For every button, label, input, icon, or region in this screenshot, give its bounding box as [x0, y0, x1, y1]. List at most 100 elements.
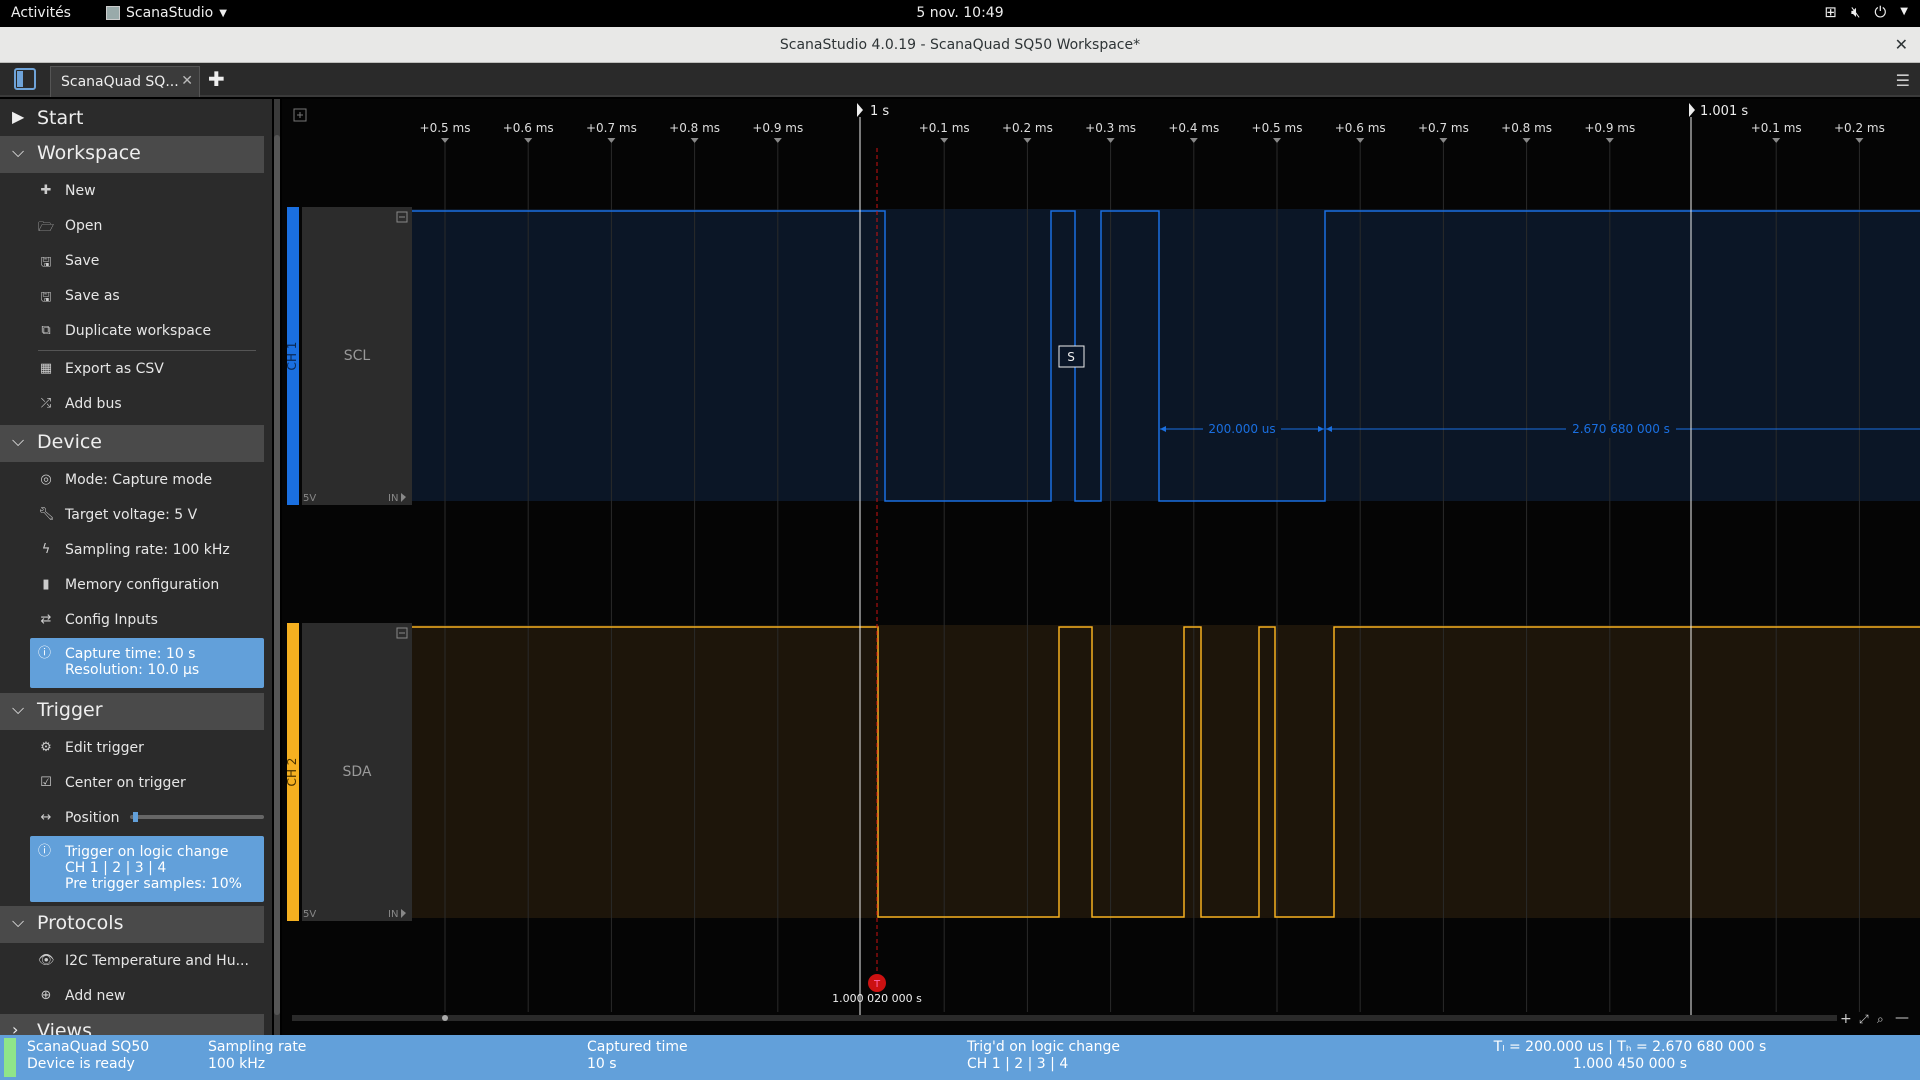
i2c-start-label: S	[1067, 350, 1075, 364]
system-tray[interactable]: ⊞ 🔇︎ ⏻ ▼	[1824, 3, 1908, 21]
chevron-down-icon: ⌵	[12, 699, 25, 718]
time-marker-2-flag[interactable]	[1689, 103, 1695, 117]
shuffle-icon: ⤮	[40, 396, 52, 411]
view-settings-icon[interactable]: ☰	[1896, 71, 1910, 90]
item-label: Sampling rate: 100 kHz	[65, 542, 230, 558]
sampling-rate-status: Sampling rate 100 kHz	[208, 1039, 306, 1073]
fit-view-icon[interactable]: ⤢	[1858, 1012, 1869, 1026]
scrollbar-position-knob[interactable]	[442, 1015, 448, 1021]
floppy-icon: 🖫︎	[40, 290, 52, 305]
power-icon[interactable]: ⏻	[1874, 3, 1886, 21]
item-label: Add new	[65, 988, 126, 1004]
floppy-icon: 🖫︎	[40, 255, 52, 270]
eye-icon: 👁︎	[38, 953, 55, 968]
timeline-tick-label: +0.2 ms	[1834, 121, 1885, 135]
close-window-icon[interactable]: ✕	[1895, 35, 1908, 54]
timeline-tick-label: +0.2 ms	[1002, 121, 1053, 135]
sidebar-scrollbar[interactable]	[274, 99, 280, 1035]
window-title-bar: ScanaStudio 4.0.19 - ScanaQuad SQ50 Work…	[0, 27, 1920, 63]
save-button[interactable]: 🖫︎ Save	[30, 247, 264, 277]
caret-down-icon[interactable]: ▼	[1900, 3, 1908, 21]
item-label: Save as	[65, 288, 120, 304]
waveform-canvas[interactable]: 1 s 1.001 s +0.5 ms +0.6 ms +0.7 ms +0.8 ms…	[282, 99, 1920, 1035]
scl-signal-background	[412, 209, 1920, 501]
workspace-tab[interactable]: ScanaQuad SQ... ✕	[50, 66, 200, 97]
folder-icon: 🗁︎	[38, 220, 55, 235]
zoom-in-icon[interactable]: +	[1840, 1011, 1852, 1027]
views-section-header[interactable]: › Views	[0, 1014, 264, 1035]
timeline-tick-mark	[1273, 138, 1281, 143]
center-on-trigger-checkbox[interactable]: ☑ Center on trigger	[30, 769, 264, 799]
timeline-tick-label: +0.5 ms	[420, 121, 471, 135]
new-workspace-button[interactable]: ✚ New	[30, 177, 264, 207]
config-inputs-button[interactable]: ⇄ Config Inputs	[30, 606, 264, 636]
timeline-tick-mark	[690, 138, 699, 143]
measurement-status: Tₗ = 200.000 us | Tₕ = 2.670 680 000 s 1…	[1460, 1039, 1800, 1073]
item-label: Open	[65, 218, 103, 234]
device-section-header[interactable]: ⌵ Device	[0, 425, 264, 462]
memory-configuration-button[interactable]: ▮ Memory configuration	[30, 571, 264, 601]
timeline-tick-mark	[607, 138, 616, 143]
scrollbar-thumb[interactable]	[274, 135, 280, 1015]
protocol-i2c-item[interactable]: 👁︎ I2C Temperature and Hu...	[30, 947, 264, 977]
close-tab-icon[interactable]: ✕	[181, 73, 193, 89]
add-protocol-button[interactable]: ⊕ Add new	[30, 982, 264, 1012]
open-workspace-button[interactable]: 🗁︎ Open	[30, 212, 264, 242]
protocols-section-header[interactable]: ⌵ Protocols	[0, 906, 264, 943]
horizontal-scrollbar[interactable]	[292, 1015, 1837, 1021]
edit-trigger-button[interactable]: ⚙ Edit trigger	[30, 734, 264, 764]
trigger-position-slider[interactable]	[130, 812, 264, 822]
add-circle-icon: ⊕	[40, 988, 52, 1003]
timeline-tick-label: +0.4 ms	[1168, 121, 1219, 135]
volume-muted-icon[interactable]: 🔇︎	[1851, 3, 1860, 21]
timeline-tick-label: +0.6 ms	[503, 121, 554, 135]
timeline-tick-mark	[1439, 138, 1448, 143]
timeline-tick-label: +0.3 ms	[1085, 121, 1136, 135]
timeline-tick-mark	[1356, 138, 1365, 143]
slider-knob[interactable]	[132, 812, 138, 822]
ch2-io: IN	[388, 909, 398, 920]
tl-th-measure: Tₗ = 200.000 us | Tₕ = 2.670 680 000 s	[1493, 1039, 1767, 1055]
toggle-sidebar-icon[interactable]	[14, 68, 36, 90]
chevron-right-icon: ›	[12, 1020, 19, 1035]
mode-button[interactable]: ◎ Mode: Capture mode	[30, 466, 264, 496]
sampling-rate-button[interactable]: ϟ Sampling rate: 100 kHz	[30, 536, 264, 566]
ch1-voltage: 5V	[303, 493, 316, 504]
item-label: Position	[65, 810, 120, 826]
start-section[interactable]: ▶ Start	[0, 101, 264, 138]
device-status: ScanaQuad SQ50 Device is ready	[27, 1039, 149, 1073]
network-icon[interactable]: ⊞	[1824, 3, 1837, 21]
arrows-icon: ⇄	[40, 612, 52, 627]
new-tab-icon[interactable]: ✚	[208, 67, 225, 91]
device-status-led	[4, 1038, 16, 1077]
clock[interactable]: 5 nov. 10:49	[0, 5, 1920, 21]
add-bus-button[interactable]: ⤮ Add bus	[30, 390, 264, 420]
horizontal-arrows-icon: ↔	[40, 810, 52, 825]
trigger-time-label: 1.000 020 000 s	[832, 992, 922, 1005]
workspace-section-header[interactable]: ⌵ Workspace	[0, 136, 264, 173]
trigger-status: Trig'd on logic change CH 1 | 2 | 3 | 4	[967, 1039, 1120, 1073]
export-csv-button[interactable]: ▦ Export as CSV	[30, 355, 264, 385]
device-section-title: Device	[37, 431, 102, 453]
save-as-button[interactable]: 🖫︎ Save as	[30, 282, 264, 312]
captured-time-value: 10 s	[587, 1056, 617, 1072]
sampling-rate-value: 100 kHz	[208, 1056, 266, 1072]
trigger-status-value: CH 1 | 2 | 3 | 4	[967, 1056, 1069, 1072]
item-label: Duplicate workspace	[65, 323, 212, 339]
target-voltage-button[interactable]: 🔧︎ Target voltage: 5 V	[30, 501, 264, 531]
search-icon[interactable]: ⌕	[1877, 1012, 1884, 1026]
checkbox-checked-icon: ☑	[40, 775, 52, 790]
time-marker-1-flag[interactable]	[857, 103, 863, 117]
item-label: Add bus	[65, 396, 122, 412]
zoom-out-icon[interactable]: —	[1895, 1010, 1909, 1026]
item-label: Edit trigger	[65, 740, 144, 756]
trigger-position-row: ↔ Position	[30, 804, 264, 834]
waveform-view[interactable]: 1 s 1.001 s +0.5 ms +0.6 ms +0.7 ms +0.8 ms…	[282, 99, 1920, 1035]
item-label: Export as CSV	[65, 361, 164, 377]
trigger-section-header[interactable]: ⌵ Trigger	[0, 693, 264, 730]
start-label: Start	[37, 107, 84, 129]
duplicate-workspace-button[interactable]: ⧉ Duplicate workspace	[30, 317, 264, 347]
capture-info-box: ⓘ Capture time: 10 s Resolution: 10.0 µs	[30, 638, 264, 688]
lightning-icon: ϟ	[41, 542, 51, 557]
ch1-id: CH 1	[285, 342, 299, 371]
